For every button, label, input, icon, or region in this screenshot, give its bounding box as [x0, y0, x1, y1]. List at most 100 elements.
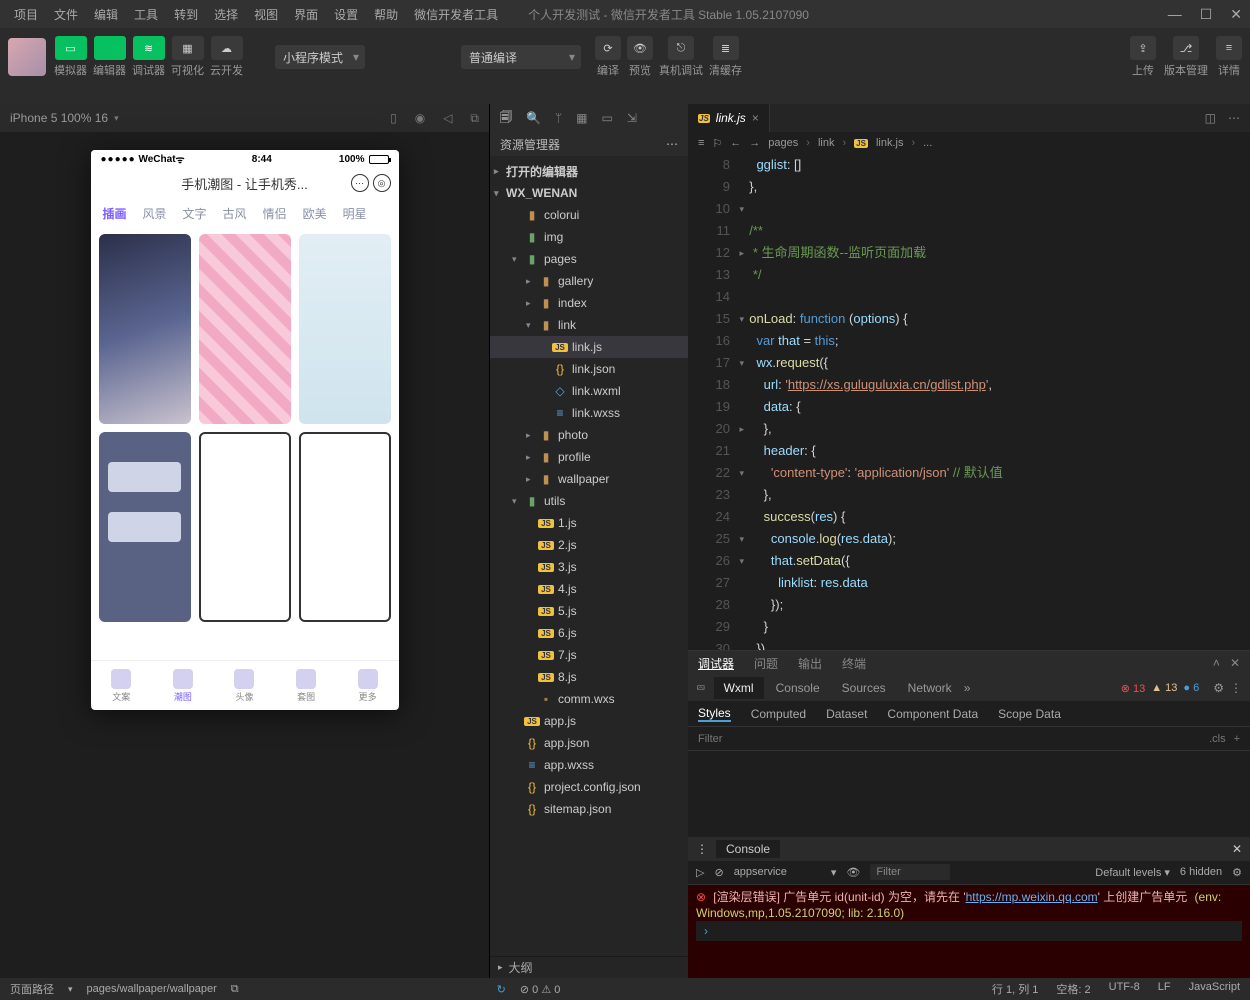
file-comm.wxs[interactable]: ▪comm.wxs — [490, 688, 688, 710]
status-JavaScript[interactable]: JavaScript — [1189, 981, 1240, 997]
avatar[interactable] — [8, 38, 46, 76]
file-link.wxml[interactable]: ◇link.wxml — [490, 380, 688, 402]
styletab-Component Data[interactable]: Component Data — [887, 707, 978, 721]
详情-button[interactable]: ≡ — [1216, 36, 1242, 60]
file-4.js[interactable]: JS4.js — [490, 578, 688, 600]
close-icon[interactable]: ✕ — [1230, 6, 1242, 23]
more-icon[interactable]: ⋯ — [666, 137, 678, 151]
wallpaper-tile[interactable] — [299, 432, 391, 622]
file-link[interactable]: ▾▮link — [490, 314, 688, 336]
dbgtab-终端[interactable]: 终端 — [842, 655, 866, 672]
info-badge[interactable]: ● 6 — [1183, 682, 1199, 694]
error-count[interactable]: ⊘ 0 ⚠ 0 — [520, 983, 561, 996]
file-3.js[interactable]: JS3.js — [490, 556, 688, 578]
file-link.json[interactable]: {}link.json — [490, 358, 688, 380]
menu-工具[interactable]: 工具 — [128, 4, 164, 25]
nav-头像[interactable]: 头像 — [234, 669, 254, 703]
file-sitemap.json[interactable]: {}sitemap.json — [490, 798, 688, 820]
device-label[interactable]: iPhone 5 100% 16 — [10, 111, 108, 125]
style-filter[interactable]: Filter — [698, 733, 722, 745]
file-1.js[interactable]: JS1.js — [490, 512, 688, 534]
boxes-icon[interactable]: ▦ — [576, 111, 587, 125]
mute-icon[interactable]: ◁ — [443, 111, 452, 126]
tab-古风[interactable]: 古风 — [223, 205, 247, 222]
status-行 1, 列 1[interactable]: 行 1, 列 1 — [992, 981, 1038, 997]
inspect-icon[interactable]: ⮹ — [696, 681, 706, 696]
status-UTF-8[interactable]: UTF-8 — [1109, 981, 1140, 997]
nav-潮图[interactable]: 潮图 — [173, 669, 193, 703]
menu-转到[interactable]: 转到 — [168, 4, 204, 25]
status-LF[interactable]: LF — [1158, 981, 1171, 997]
预览-button[interactable]: 👁 — [627, 36, 653, 60]
record-icon[interactable]: ◉ — [415, 111, 425, 126]
file-project.config.json[interactable]: {}project.config.json — [490, 776, 688, 798]
wallpaper-tile[interactable] — [199, 234, 291, 424]
file-7.js[interactable]: JS7.js — [490, 644, 688, 666]
tab-插画[interactable]: 插画 — [103, 205, 127, 222]
console-tab[interactable]: Console — [716, 840, 780, 858]
more-icon[interactable]: ⋯ — [1228, 111, 1240, 125]
menu-文件[interactable]: 文件 — [48, 4, 84, 25]
file-8.js[interactable]: JS8.js — [490, 666, 688, 688]
export-icon[interactable]: ⇲ — [627, 111, 637, 125]
dbgtab-问题[interactable]: 问题 — [754, 655, 778, 672]
file-pages[interactable]: ▾▮pages — [490, 248, 688, 270]
minimize-icon[interactable]: — — [1168, 6, 1182, 23]
console-menu-icon[interactable]: ⋮ — [696, 842, 708, 856]
phone-preview[interactable]: ●●●●● WeChatᯤ 8:44 100% 手机潮图 - 让手机秀... ⋯… — [91, 150, 399, 710]
模拟器-button[interactable]: ▭ — [55, 36, 87, 60]
compile-select[interactable]: 普通编译 — [461, 45, 581, 69]
nav-套图[interactable]: 套图 — [296, 669, 316, 703]
tab-文字[interactable]: 文字 — [183, 205, 207, 222]
mode-select[interactable]: 小程序模式 — [275, 45, 365, 69]
file-link.js[interactable]: JSlink.js — [490, 336, 688, 358]
list-icon[interactable]: ≡ — [698, 137, 704, 149]
调试器-button[interactable]: ≋ — [133, 36, 165, 60]
上传-button[interactable]: ⇪ — [1130, 36, 1156, 60]
nav-更多[interactable]: 更多 — [358, 669, 378, 703]
section-WX_WENAN[interactable]: ▾WX_WENAN — [490, 182, 688, 204]
file-profile[interactable]: ▸▮profile — [490, 446, 688, 468]
levels-select[interactable]: Default levels ▾ — [1095, 866, 1170, 879]
menu-界面[interactable]: 界面 — [288, 4, 324, 25]
close-icon[interactable]: ✕ — [1232, 842, 1242, 856]
file-link.wxss[interactable]: ≡link.wxss — [490, 402, 688, 424]
cls-toggle[interactable]: .cls — [1209, 733, 1226, 745]
more-icon[interactable]: » — [964, 681, 971, 695]
target-icon[interactable]: ◎ — [373, 174, 391, 192]
tab-明星[interactable]: 明星 — [343, 205, 367, 222]
file-app.wxss[interactable]: ≡app.wxss — [490, 754, 688, 776]
gear-icon[interactable]: ⚙ — [1213, 681, 1224, 695]
page-path[interactable]: pages/wallpaper/wallpaper — [87, 983, 217, 995]
file-2.js[interactable]: JS2.js — [490, 534, 688, 556]
hidden-count[interactable]: 6 hidden — [1180, 866, 1222, 879]
dbgtab-调试器[interactable]: 调试器 — [698, 655, 734, 672]
tab-风景[interactable]: 风景 — [143, 205, 167, 222]
warn-badge[interactable]: ▲ 13 — [1151, 682, 1177, 694]
outline-title[interactable]: 大纲 — [509, 959, 533, 976]
menu-设置[interactable]: 设置 — [328, 4, 364, 25]
bookmark-icon[interactable]: ⚐ — [712, 137, 722, 150]
tab-link-js[interactable]: JS link.js × — [688, 104, 770, 132]
console-output[interactable]: ⊗ [渲染层错误] 广告单元 id(unit-id) 为空，请先在 'https… — [688, 885, 1250, 979]
device-icon[interactable]: ▯ — [390, 111, 397, 126]
menu-视图[interactable]: 视图 — [248, 4, 284, 25]
styletab-Scope Data[interactable]: Scope Data — [998, 707, 1061, 721]
more-icon[interactable]: ⋮ — [1230, 681, 1242, 695]
clear-icon[interactable]: ⊘ — [714, 866, 723, 879]
devtab-Wxml[interactable]: Wxml — [714, 677, 764, 699]
可视化-button[interactable]: ▦ — [172, 36, 204, 60]
status-空格: 2[interactable]: 空格: 2 — [1056, 981, 1090, 997]
devtab-Network[interactable]: Network — [898, 677, 962, 699]
云开发-button[interactable]: ☁ — [211, 36, 243, 60]
wallpaper-tile[interactable] — [299, 234, 391, 424]
file-6.js[interactable]: JS6.js — [490, 622, 688, 644]
collapse-icon[interactable]: ˄ — [1213, 656, 1220, 670]
file-utils[interactable]: ▾▮utils — [490, 490, 688, 512]
styletab-Computed[interactable]: Computed — [751, 707, 806, 721]
back-icon[interactable]: ← — [730, 137, 741, 149]
编译-button[interactable]: ⟳ — [595, 36, 621, 60]
section-打开的编辑器[interactable]: ▸打开的编辑器 — [490, 160, 688, 182]
error-badge[interactable]: ⊗ 13 — [1121, 682, 1146, 695]
nav-文案[interactable]: 文案 — [111, 669, 131, 703]
